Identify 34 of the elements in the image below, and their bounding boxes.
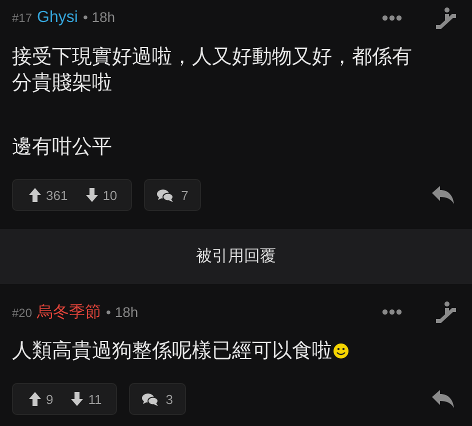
down-arrow-icon[interactable] bbox=[71, 392, 84, 406]
more-icon[interactable] bbox=[382, 15, 402, 21]
reply-count: 7 bbox=[181, 188, 188, 202]
quoted-replies-bar[interactable]: 被引用回覆 bbox=[0, 229, 472, 284]
post-number: #20 bbox=[12, 306, 32, 320]
up-arrow-icon[interactable] bbox=[29, 188, 41, 202]
speech-bubbles-icon bbox=[142, 392, 158, 406]
author-name[interactable]: 烏冬季節 bbox=[37, 302, 102, 322]
upvote-button[interactable]: 361 bbox=[13, 180, 78, 210]
reply-arrow-icon[interactable] bbox=[432, 390, 454, 408]
vote-count: 10 bbox=[102, 188, 118, 202]
replies-button[interactable]: 7 bbox=[144, 179, 202, 211]
vote-count: 9 bbox=[46, 392, 54, 406]
post-time: • 18h bbox=[106, 304, 138, 320]
escalator-icon[interactable] bbox=[435, 301, 457, 323]
comment-text: 接受下現實好過啦，人又好動物又好，都係有分貴賤架啦 bbox=[12, 43, 413, 95]
post-number: #17 bbox=[12, 11, 32, 25]
author-name[interactable]: Ghysi bbox=[37, 9, 78, 27]
up-arrow-icon[interactable] bbox=[29, 392, 41, 406]
escalator-icon[interactable] bbox=[435, 7, 457, 29]
comment-text: 人類高貴過狗整係呢樣已經可以食啦 bbox=[12, 337, 332, 363]
vote-count: 361 bbox=[46, 188, 68, 202]
comment-text: 邊有咁公平 bbox=[12, 133, 112, 159]
more-icon[interactable] bbox=[382, 309, 402, 315]
downvote-button[interactable]: 10 bbox=[78, 180, 132, 210]
upvote-button[interactable]: 9 bbox=[13, 384, 64, 414]
downvote-button[interactable]: 11 bbox=[63, 384, 116, 414]
replies-button[interactable]: 3 bbox=[128, 383, 186, 415]
down-arrow-icon[interactable] bbox=[86, 188, 98, 202]
post-time: • 18h bbox=[82, 9, 116, 25]
reply-arrow-icon[interactable] bbox=[432, 186, 454, 204]
vote-count: 11 bbox=[88, 392, 102, 406]
reply-count: 3 bbox=[166, 392, 173, 406]
speech-bubbles-icon bbox=[157, 188, 174, 202]
